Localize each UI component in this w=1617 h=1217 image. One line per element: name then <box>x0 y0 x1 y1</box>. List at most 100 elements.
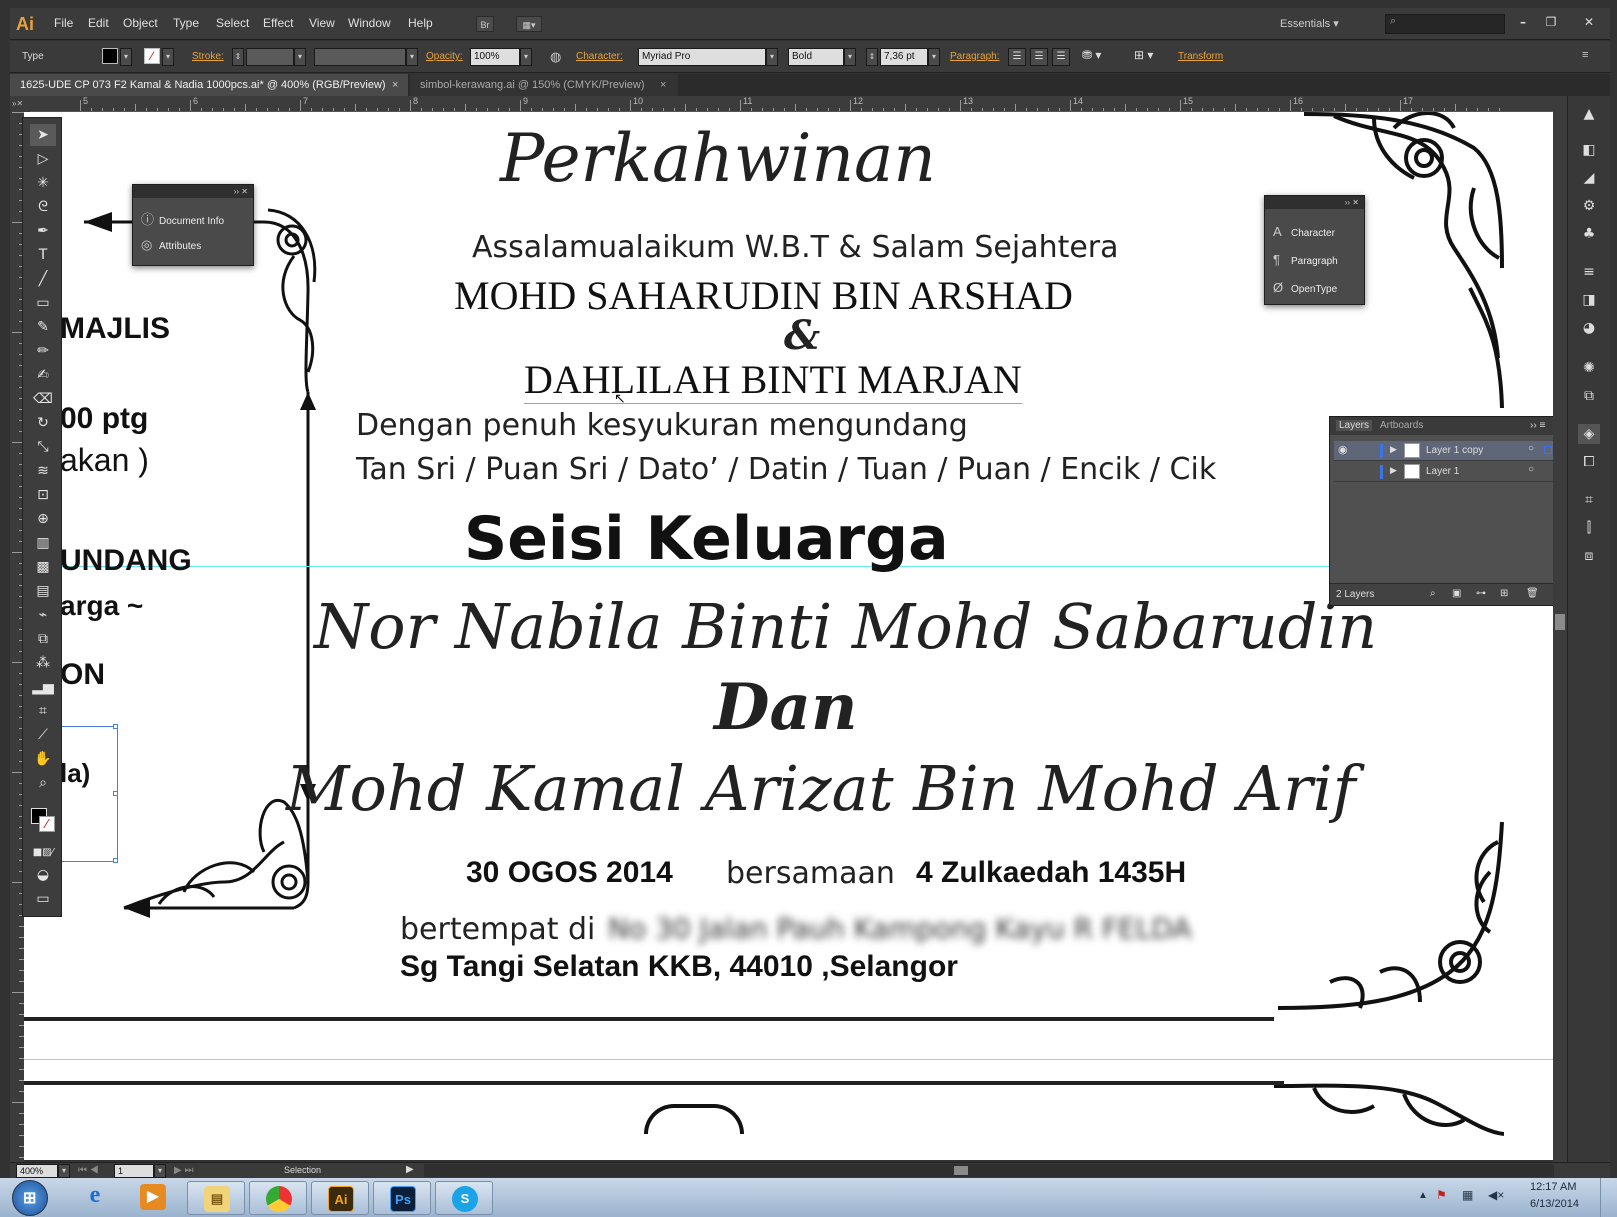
perspective-grid-tool-icon[interactable]: ▥ <box>30 532 56 554</box>
clipping-mask-icon[interactable]: ▣ <box>1452 588 1461 599</box>
restore-icon[interactable]: ❐ <box>1540 15 1562 33</box>
menu-view[interactable]: View <box>309 16 335 30</box>
font-size-stepper[interactable]: ⇕ <box>866 48 878 66</box>
menu-effect[interactable]: Effect <box>263 16 293 30</box>
bridge-button[interactable]: Br <box>476 16 494 32</box>
panel-header[interactable]: ›› ✕ <box>1265 196 1364 209</box>
color-guide-icon[interactable]: ◧ <box>1578 140 1600 160</box>
family-heading[interactable]: Seisi Keluarga <box>464 504 949 574</box>
fragment-text[interactable]: akan ) <box>60 442 149 479</box>
fragment-text[interactable]: UNDANG <box>60 544 192 578</box>
network-icon[interactable]: ▦ <box>1462 1188 1473 1202</box>
stroke-weight-field[interactable] <box>246 48 294 66</box>
current-tool-label[interactable]: Selection <box>284 1165 321 1175</box>
taskbar-photoshop[interactable]: Ps <box>373 1181 431 1215</box>
envelope-icon[interactable]: ⛃ ▾ <box>1082 48 1101 62</box>
zoom-tool-icon[interactable]: ⌕ <box>30 772 56 794</box>
target-circle-icon[interactable]: ○ <box>1528 443 1534 454</box>
bersamaan-text[interactable]: bersamaan <box>726 856 895 891</box>
font-size-dropdown[interactable]: ▾ <box>928 48 940 66</box>
fragment-text[interactable]: arga ~ <box>60 590 143 622</box>
color-icon[interactable]: ◢ <box>1578 168 1600 188</box>
panel-menu-icon[interactable]: ›› ≡ <box>1530 420 1545 431</box>
scale-tool-icon[interactable]: ⤡ <box>30 436 56 458</box>
direct-selection-tool-icon[interactable]: ▷ <box>30 148 56 170</box>
stroke-dropdown[interactable]: ▾ <box>162 48 174 66</box>
dan-text[interactable]: Dan <box>714 670 858 745</box>
align-icon[interactable]: ⫿ <box>1578 518 1600 538</box>
scrollbar-thumb[interactable] <box>1555 614 1565 630</box>
stroke-color-swatch[interactable]: ⁄ <box>39 816 55 832</box>
tab-artboards[interactable]: Artboards <box>1380 420 1423 431</box>
action-center-icon[interactable]: ⚑ <box>1436 1188 1447 1202</box>
fill-swatch[interactable] <box>102 48 118 64</box>
hand-tool-icon[interactable]: ✋ <box>30 748 56 770</box>
tab-document-inactive[interactable]: simbol-kerawang.ai @ 150% (CMYK/Preview)… <box>410 74 678 96</box>
fill-dropdown[interactable]: ▾ <box>120 48 132 66</box>
eraser-tool-icon[interactable]: ⌫ <box>30 388 56 410</box>
blob-brush-tool-icon[interactable]: ✍ <box>30 364 56 386</box>
fragment-text[interactable]: 00 ptg <box>60 402 148 436</box>
locate-object-icon[interactable]: ⌕ <box>1430 588 1436 599</box>
selection-indicator[interactable] <box>1544 446 1552 454</box>
address-blurred[interactable]: No 30 Jalan Pauh Kampong Kayu R FELDA <box>608 912 1192 945</box>
visibility-eye-icon[interactable]: ◉ <box>1338 443 1348 456</box>
show-desktop-button[interactable] <box>1600 1178 1617 1217</box>
align-right-icon[interactable]: ☰ <box>1052 48 1070 66</box>
fragment-text[interactable]: MAJLIS <box>60 312 170 346</box>
stroke-weight-dropdown[interactable]: ▾ <box>294 48 306 66</box>
opacity-label[interactable]: Opacity: <box>426 51 463 62</box>
address-line-2[interactable]: Sg Tangi Selatan KKB, 44010 ,Selangor <box>400 950 958 984</box>
status-menu-arrow-icon[interactable]: ▶ <box>406 1164 414 1175</box>
shape-builder-tool-icon[interactable]: ⊕ <box>30 508 56 530</box>
screen-mode-icon[interactable]: ▭ <box>30 888 56 910</box>
gradient-tool-icon[interactable]: ▤ <box>30 580 56 602</box>
clock-date[interactable]: 6/13/2014 <box>1530 1198 1579 1210</box>
artboard-number-field[interactable]: 1 <box>114 1164 154 1178</box>
guide-line[interactable] <box>24 1059 1553 1060</box>
pathfinder-icon[interactable]: ⧈ <box>1578 546 1600 566</box>
minimize-icon[interactable]: – <box>1512 15 1534 33</box>
transform-label[interactable]: Transform <box>1178 51 1223 62</box>
symbol-sprayer-tool-icon[interactable]: ⁂ <box>30 652 56 674</box>
paragraph-item[interactable]: ¶ Paragraph <box>1273 252 1338 267</box>
horizontal-ruler[interactable]: 5 6 7 8 9 10 11 12 13 14 15 16 17 <box>30 96 1580 112</box>
opacity-field[interactable]: 100% <box>470 48 520 66</box>
draw-mode-icon[interactable]: ◒ <box>30 864 56 886</box>
character-item[interactable]: A Character <box>1273 224 1335 239</box>
vertical-scrollbar[interactable] <box>1553 96 1567 1162</box>
align-left-icon[interactable]: ☰ <box>1008 48 1026 66</box>
date-text[interactable]: 30 OGOS 2014 <box>466 856 673 890</box>
menu-file[interactable]: File <box>54 16 73 30</box>
artboards-icon[interactable]: ⧠ <box>1578 452 1600 472</box>
groom-name[interactable]: Mohd Kamal Arizat Bin Mohd Arif <box>286 752 1356 825</box>
ampersand[interactable]: & <box>784 312 820 359</box>
taskbar-skype[interactable]: S <box>435 1181 493 1215</box>
tab-document-active[interactable]: 1625-UDE CP 073 F2 Kamal & Nadia 1000pcs… <box>10 74 408 96</box>
attributes-item[interactable]: ◎ Attributes <box>141 237 201 253</box>
panel-header[interactable]: ›› ✕ <box>133 185 253 198</box>
horizontal-scrollbar[interactable] <box>424 1164 1554 1177</box>
artboard-tool-icon[interactable]: ⌗ <box>30 700 56 722</box>
close-icon[interactable]: ✕ <box>1578 15 1600 33</box>
layers-icon[interactable]: ◈ <box>1578 424 1600 444</box>
search-input[interactable]: ⌕ <box>1385 14 1505 34</box>
opentype-item[interactable]: Ø OpenType <box>1273 280 1337 295</box>
font-style-dropdown[interactable]: ▾ <box>844 48 856 66</box>
panel-menu-icon[interactable]: ≡ <box>1582 49 1588 61</box>
ruler-corner[interactable]: »✕ <box>10 96 30 112</box>
invite-line[interactable]: Dengan penuh kesyukuran mengundang <box>356 408 968 443</box>
internet-explorer-icon[interactable]: e <box>80 1182 110 1212</box>
free-transform-tool-icon[interactable]: ⊡ <box>30 484 56 506</box>
expand-arrow-icon[interactable]: ▶ <box>1390 465 1397 476</box>
stroke-label[interactable]: Stroke: <box>192 51 224 62</box>
mesh-tool-icon[interactable]: ▩ <box>30 556 56 578</box>
rectangle-tool-icon[interactable]: ▭ <box>30 292 56 314</box>
menu-type[interactable]: Type <box>173 16 199 30</box>
bertempat-text[interactable]: bertempat di <box>400 912 595 947</box>
brushes-icon[interactable]: ♣ <box>1578 224 1600 244</box>
menu-window[interactable]: Window <box>348 16 391 30</box>
hijri-date-text[interactable]: 4 Zulkaedah 1435H <box>916 856 1186 890</box>
arrange-documents-button[interactable]: ▦▾ <box>516 16 542 32</box>
target-circle-icon[interactable]: ○ <box>1528 464 1534 475</box>
